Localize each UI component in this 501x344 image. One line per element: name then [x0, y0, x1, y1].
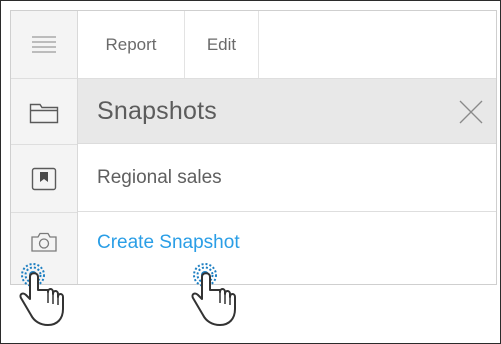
list-item-label: Regional sales — [97, 167, 222, 188]
tab-report[interactable]: Report — [78, 11, 185, 78]
panel-title: Snapshots — [97, 96, 217, 125]
sidebar-item-folder[interactable] — [11, 79, 77, 145]
bookmark-icon — [31, 167, 57, 190]
create-snapshot-label[interactable]: Create Snapshot — [97, 232, 240, 254]
sidebar-rail — [11, 11, 78, 284]
screenshot-frame: Report Edit Snapshots Regional sales Cre… — [0, 0, 501, 344]
snapshots-header: Snapshots — [78, 79, 496, 144]
list-item-regional-sales[interactable]: Regional sales — [78, 145, 496, 212]
folder-icon — [29, 103, 59, 123]
tab-edit[interactable]: Edit — [185, 11, 259, 78]
menu-icon — [32, 35, 56, 53]
camera-icon — [31, 232, 57, 252]
sidebar-item-bookmark[interactable] — [11, 145, 77, 213]
create-snapshot-link[interactable]: Create Snapshot — [78, 213, 496, 284]
app-panel: Report Edit Snapshots Regional sales Cre… — [10, 10, 497, 285]
menu-button[interactable] — [11, 11, 77, 79]
top-toolbar: Report Edit — [78, 11, 496, 79]
tap-hand-cursor-icon — [191, 263, 236, 326]
close-icon[interactable] — [456, 97, 486, 127]
tap-hand-cursor-icon — [19, 263, 64, 326]
